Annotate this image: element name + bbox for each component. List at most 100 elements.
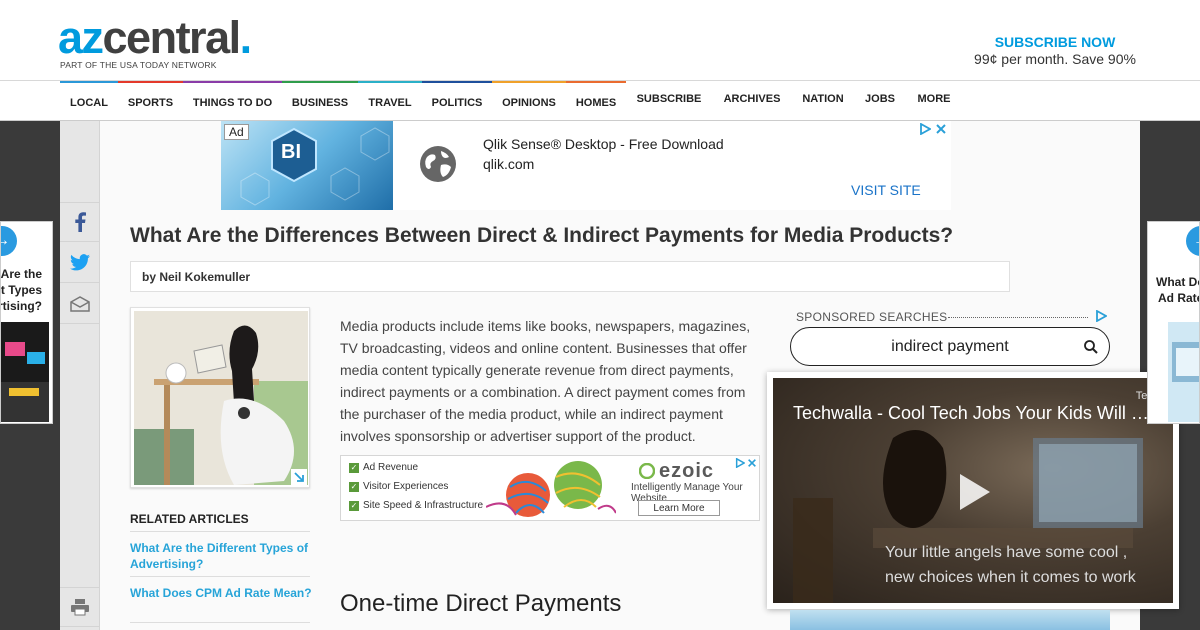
visit-site-button[interactable]: VISIT SITE: [851, 182, 921, 198]
nav-color-bar: [282, 81, 358, 83]
facebook-icon: [75, 212, 86, 232]
email-share-button[interactable]: [60, 284, 100, 324]
close-ad-icon[interactable]: [747, 458, 757, 468]
article-byline: by Neil Kokemuller: [142, 270, 251, 284]
sponsored-searches-label: SPONSORED SEARCHES: [796, 310, 948, 324]
print-icon: [71, 599, 89, 616]
nav-color-bar: [183, 81, 282, 83]
site-header: azcentral. PART OF THE USA TODAY NETWORK…: [0, 0, 1200, 81]
print-button[interactable]: [60, 587, 100, 627]
article-body: Media products include items like books,…: [340, 318, 751, 444]
subscribe-title: SUBSCRIBE NOW: [994, 34, 1116, 50]
float-card-text: t Types: [0, 283, 42, 297]
nav-color-bar: [492, 81, 566, 83]
adchoices-controls: [919, 123, 947, 135]
nav-item-homes[interactable]: HOMES: [566, 81, 626, 121]
nav-color-bar: [422, 81, 492, 83]
nav-item-things-to-do[interactable]: THINGS TO DO: [183, 81, 282, 121]
globe-icon: [420, 146, 456, 182]
facebook-share-button[interactable]: [60, 202, 100, 242]
top-banner-ad[interactable]: Ad BI Qlik Sense® Desktop - Free Downloa…: [221, 121, 951, 210]
video-frame[interactable]: Techwalla - Cool Tech Jobs Your Kids Wil…: [773, 378, 1173, 603]
nav-item-sports[interactable]: SPORTS: [118, 81, 183, 121]
ezoic-logo: ezoic: [659, 460, 715, 482]
adchoices-icon[interactable]: [1095, 310, 1107, 322]
related-link[interactable]: What Does CPM Ad Rate Mean?: [130, 585, 315, 601]
float-card-text: What Do: [1156, 275, 1200, 289]
sponsored-search-query: indirect payment: [891, 338, 1009, 355]
video-caption: new choices when it comes to work: [885, 569, 1136, 586]
nav-color-bar: [358, 81, 422, 83]
related-link[interactable]: What Are the Different Types of Advertis…: [130, 540, 315, 572]
play-icon[interactable]: [958, 472, 992, 512]
float-card-text: rtising?: [0, 299, 42, 313]
sponsored-divider: [948, 317, 1088, 318]
ezoic-adchoices: [735, 458, 757, 468]
sponsored-search-pill[interactable]: indirect payment: [790, 327, 1110, 366]
nav-item-jobs[interactable]: JOBS: [854, 81, 906, 121]
nav-item-opinions[interactable]: OPINIONS: [492, 81, 566, 121]
float-card-text: Ad Rate: [1158, 291, 1200, 305]
yarn-balls-graphic: [486, 461, 616, 517]
video-caption: Your little angels have some cool ,: [885, 544, 1128, 561]
ad-url[interactable]: qlik.com: [483, 156, 534, 172]
nav-item-business[interactable]: BUSINESS: [282, 81, 358, 121]
expand-icon[interactable]: [291, 469, 307, 485]
float-card-thumbnail: [1168, 322, 1199, 422]
floating-related-card-right[interactable]: → What Do Ad Rate: [1147, 221, 1200, 424]
related-divider: [130, 576, 310, 577]
ez-item: ✓ Visitor Experiences: [349, 481, 449, 492]
nav-color-bar: [60, 81, 118, 83]
related-divider: [130, 531, 310, 532]
adchoices-icon[interactable]: [735, 458, 745, 468]
azcentral-logo[interactable]: azcentral.: [58, 14, 252, 62]
nav-item-local[interactable]: LOCAL: [60, 81, 118, 121]
nav-item-more[interactable]: MORE: [906, 81, 962, 121]
ez-item: ✓ Ad Revenue: [349, 462, 419, 473]
nav-item-nation[interactable]: NATION: [792, 81, 854, 121]
close-ad-icon[interactable]: [935, 123, 947, 135]
related-divider: [130, 622, 310, 623]
nav-color-bar: [118, 81, 183, 83]
nav-item-archives[interactable]: ARCHIVES: [712, 81, 792, 121]
adchoices-icon[interactable]: [919, 123, 931, 135]
twitter-share-button[interactable]: [60, 243, 100, 283]
ezoic-ad[interactable]: ✓ Ad Revenue ✓ Visitor Experiences ✓ Site S…: [340, 455, 760, 521]
related-articles-title: RELATED ARTICLES: [130, 512, 249, 526]
nav-item-travel[interactable]: TRAVEL: [358, 81, 422, 121]
ezoic-logo-icon: [639, 463, 655, 479]
float-card-text: Are the: [0, 267, 42, 281]
check-icon: ✓: [349, 500, 359, 511]
article-image: [134, 311, 308, 485]
byline-box: by Neil Kokemuller: [130, 261, 1010, 292]
ad-title[interactable]: Qlik Sense® Desktop - Free Download: [483, 136, 724, 152]
email-icon: [70, 295, 90, 312]
sidebar-ad-partial[interactable]: [790, 610, 1110, 630]
subscribe-price: 99¢ per month. Save 90%: [974, 51, 1136, 67]
check-icon: ✓: [349, 481, 359, 492]
ad-image: Ad BI: [221, 121, 393, 210]
subscribe-promo[interactable]: SUBSCRIBE NOW 99¢ per month. Save 90%: [970, 34, 1140, 67]
share-rail: [60, 121, 100, 630]
arrow-icon: →: [1186, 226, 1199, 256]
float-card-thumbnail: [1, 322, 49, 422]
nav-item-subscribe[interactable]: SUBSCRIBE: [626, 81, 712, 121]
learn-more-button[interactable]: Learn More: [638, 500, 720, 516]
video-player[interactable]: Techwalla - Cool Tech Jobs Your Kids Wil…: [767, 372, 1179, 609]
check-icon: ✓: [349, 462, 359, 473]
article-photo[interactable]: [130, 307, 310, 488]
article-headline: What Are the Differences Between Direct …: [130, 224, 954, 247]
article-subheading: One-time Direct Payments: [340, 590, 622, 617]
floating-related-card-left[interactable]: → Are the t Types rtising?: [0, 221, 53, 424]
logo-tagline: PART OF THE USA TODAY NETWORK: [60, 60, 217, 70]
photo-illustration: [134, 311, 308, 485]
nav-item-politics[interactable]: POLITICS: [422, 81, 492, 121]
twitter-icon: [70, 254, 90, 271]
video-title: Techwalla - Cool Tech Jobs Your Kids Wil…: [793, 403, 1153, 423]
main-nav: LOCAL SPORTS THINGS TO DO BUSINESS TRAVE…: [0, 81, 1200, 121]
search-icon: [1084, 340, 1098, 354]
ad-background-hexes: [240, 127, 390, 206]
arrow-icon: →: [1, 226, 17, 256]
ez-item: ✓ Site Speed & Infrastructure: [349, 500, 484, 511]
nav-color-bar: [566, 81, 626, 83]
